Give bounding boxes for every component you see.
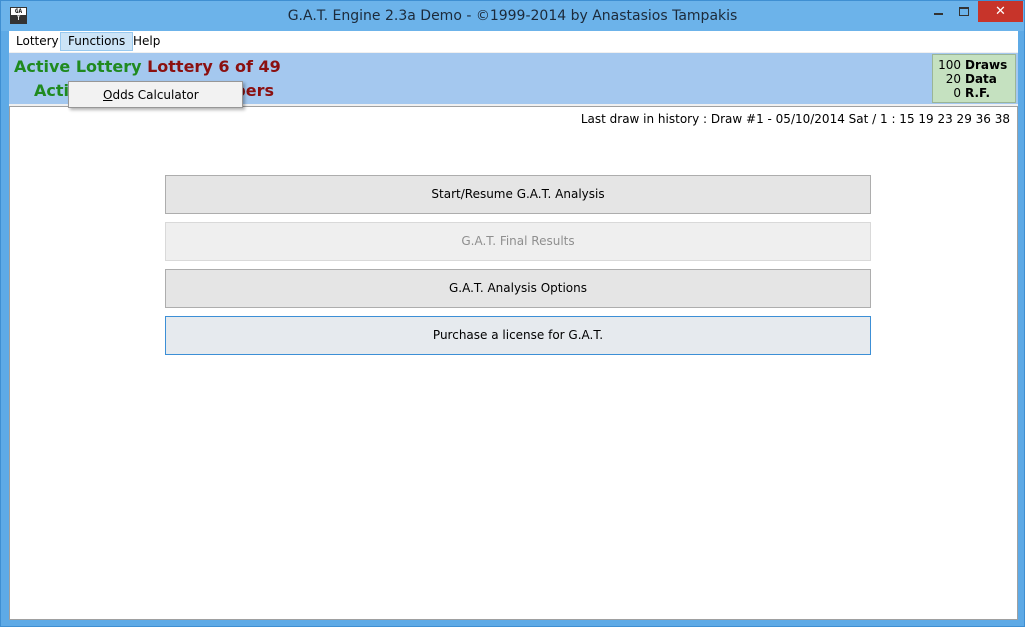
menu-functions[interactable]: Functions — [60, 32, 134, 51]
client-area: Lottery Functions Help Active Lottery Lo… — [9, 31, 1018, 620]
stat-data: 20 Data — [933, 72, 1015, 86]
main-panel: Last draw in history : Draw #1 - 05/10/2… — [9, 106, 1018, 620]
last-draw-info: Last draw in history : Draw #1 - 05/10/2… — [580, 112, 1010, 126]
active-lottery-value: Lottery 6 of 49 — [147, 57, 281, 76]
stats-box: 100 Draws 20 Data 0 R.F. — [932, 54, 1016, 103]
menu-item-odds-calculator[interactable]: Odds Calculator — [70, 84, 241, 106]
analysis-options-button[interactable]: G.A.T. Analysis Options — [165, 269, 871, 308]
menu-help[interactable]: Help — [126, 32, 167, 51]
stat-rf-value: 0 — [953, 86, 961, 100]
minimize-button[interactable] — [925, 1, 951, 22]
active-lottery: Active Lottery Lottery 6 of 49 — [14, 57, 281, 76]
purchase-license-button[interactable]: Purchase a license for G.A.T. — [165, 316, 871, 355]
stat-data-value: 20 — [945, 72, 961, 86]
odds-calculator-label: dds Calculator — [112, 88, 199, 102]
window-title: G.A.T. Engine 2.3a Demo - ©1999-2014 by … — [287, 8, 738, 24]
stat-rf: 0 R.F. — [933, 86, 1015, 100]
menu-lottery[interactable]: Lottery — [9, 32, 66, 51]
final-results-button[interactable]: G.A.T. Final Results — [165, 222, 871, 261]
app-window: GA T G.A.T. Engine 2.3a Demo - ©1999-201… — [0, 0, 1025, 627]
functions-dropdown: Odds Calculator — [68, 81, 243, 108]
stat-draws-label: Draws — [965, 58, 1008, 72]
stat-draws-value: 100 — [938, 58, 961, 72]
active-lottery-label: Active Lottery — [14, 57, 142, 76]
menu-bar: Lottery Functions Help — [9, 31, 1018, 52]
maximize-icon — [959, 7, 969, 16]
stat-data-label: Data — [965, 72, 997, 86]
maximize-button[interactable] — [951, 1, 977, 22]
stat-rf-label: R.F. — [965, 86, 991, 100]
close-icon: ✕ — [995, 4, 1006, 19]
stat-draws: 100 Draws — [933, 58, 1015, 72]
start-analysis-button[interactable]: Start/Resume G.A.T. Analysis — [165, 175, 871, 214]
minimize-icon — [934, 13, 943, 15]
title-bar[interactable]: GA T G.A.T. Engine 2.3a Demo - ©1999-201… — [1, 1, 1024, 31]
close-button[interactable]: ✕ — [978, 1, 1023, 22]
